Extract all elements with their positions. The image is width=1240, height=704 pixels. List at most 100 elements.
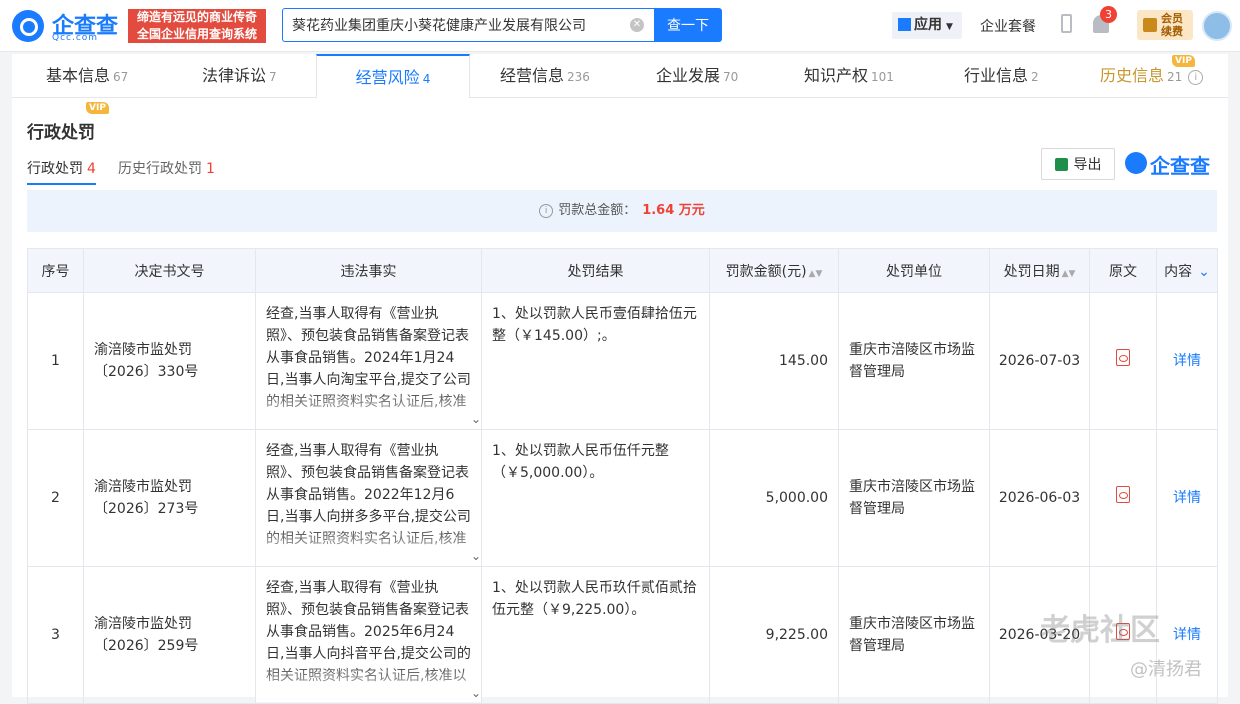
- cell-authority: 重庆市涪陵区市场监督管理局: [838, 292, 990, 430]
- main-tabs: 基本信息 67 法律诉讼 7 经营风险 4 经营信息 236 企业发展 70 知识产权 10…: [12, 54, 1228, 99]
- subtab-admin-penalty[interactable]: 行政处罚 4: [27, 158, 96, 185]
- notification-badge: 3: [1100, 6, 1117, 23]
- member-renew-button[interactable]: 会员续费: [1137, 10, 1193, 40]
- tab-litigation[interactable]: 法律诉讼 7: [202, 54, 277, 98]
- col-header-amount[interactable]: 罚款金额(元) ▲▼: [709, 248, 839, 293]
- tab-count: 236: [567, 70, 590, 84]
- expand-icon[interactable]: ⌄: [471, 408, 481, 428]
- amount-header-label: 罚款金额(元): [725, 263, 807, 280]
- cell-no: 1: [27, 292, 84, 430]
- sort-icon[interactable]: ▲▼: [1062, 269, 1076, 279]
- cell-authority: 重庆市涪陵区市场监督管理局: [838, 429, 990, 567]
- expand-icon[interactable]: ⌄: [471, 545, 481, 565]
- cell-original: [1089, 292, 1157, 430]
- tab-label: 基本信息: [46, 66, 111, 85]
- tab-count: 70: [723, 70, 739, 84]
- info-icon[interactable]: i: [1188, 70, 1204, 85]
- sort-icon[interactable]: ▲▼: [809, 269, 823, 279]
- qcc-logo-icon: [1125, 152, 1147, 174]
- qcc-logo-icon: [12, 10, 44, 42]
- clear-search-icon[interactable]: ✕: [630, 18, 644, 32]
- tab-count: 67: [113, 70, 129, 84]
- detail-link[interactable]: 详情: [1173, 353, 1201, 369]
- top-bar: 企查查 Qcc.com 缔造有远见的商业传奇 全国企业信用查询系统 ✕ 查一下 …: [0, 0, 1240, 52]
- cell-no: 2: [27, 429, 84, 567]
- cell-amount: 9,225.00: [709, 566, 839, 704]
- table-row: 1 渝涪陵市监处罚〔2026〕330号 经查,当事人取得有《营业执照》、预包装食…: [27, 292, 1218, 430]
- cell-fact: 经查,当事人取得有《营业执照》、预包装食品销售备案登记表从事食品销售。2022年…: [255, 429, 482, 567]
- chevron-down-icon[interactable]: ⌄: [1198, 264, 1210, 280]
- qcc-brand-mark: 企查查: [1125, 150, 1217, 178]
- tab-operating-info[interactable]: 经营信息 236: [500, 54, 590, 98]
- pdf-icon[interactable]: [1116, 486, 1130, 503]
- cell-authority: 重庆市涪陵区市场监督管理局: [838, 566, 990, 704]
- tab-label: 知识产权: [804, 66, 869, 85]
- cell-no: 3: [27, 566, 84, 704]
- qcc-brand-text: 企查查: [1150, 154, 1210, 178]
- tab-count: 21: [1167, 70, 1183, 84]
- member-renew-label: 会员续费: [1161, 12, 1183, 38]
- cell-fact: 经查,当事人取得有《营业执照》、预包装食品销售备案登记表从事食品销售。2024年…: [255, 292, 482, 430]
- cell-date: 2026-06-03: [989, 429, 1090, 567]
- user-avatar[interactable]: [1202, 11, 1232, 41]
- table-row: 2 渝涪陵市监处罚〔2026〕273号 经查,当事人取得有《营业执照》、预包装食…: [27, 429, 1218, 567]
- cell-fact: 经查,当事人取得有《营业执照》、预包装食品销售备案登记表从事食品销售。2025年…: [255, 566, 482, 704]
- tab-development[interactable]: 企业发展 70: [656, 54, 738, 98]
- tab-industry-info[interactable]: 行业信息 2: [964, 54, 1039, 98]
- cell-detail: 详情: [1156, 566, 1218, 704]
- col-header-original: 原文: [1089, 248, 1157, 293]
- fact-text: 经查,当事人取得有《营业执照》、预包装食品销售备案登记表从事食品销售。2024年…: [266, 306, 471, 410]
- subtab-history-penalty[interactable]: 历史行政处罚 1: [118, 158, 215, 178]
- table-row: 3 渝涪陵市监处罚〔2026〕259号 经查,当事人取得有《营业执照》、预包装食…: [27, 566, 1218, 704]
- cell-detail: 详情: [1156, 429, 1218, 567]
- tab-operating-risk[interactable]: 经营风险 4: [316, 54, 470, 99]
- qcc-logo[interactable]: 企查查 Qcc.com: [12, 8, 126, 44]
- export-button[interactable]: 导出: [1041, 148, 1115, 180]
- info-icon[interactable]: i: [539, 204, 554, 218]
- col-header-authority: 处罚单位: [838, 248, 990, 293]
- logo-domain: Qcc.com: [52, 33, 99, 43]
- tab-label: 法律诉讼: [202, 66, 267, 85]
- cell-amount: 145.00: [709, 292, 839, 430]
- col-header-date[interactable]: 处罚日期 ▲▼: [989, 248, 1090, 293]
- cell-doc-no: 渝涪陵市监处罚〔2026〕330号: [83, 292, 256, 430]
- tab-basic-info[interactable]: 基本信息 67: [46, 54, 128, 98]
- subtab-count: 4: [87, 161, 96, 177]
- slogan-banner: 缔造有远见的商业传奇 全国企业信用查询系统: [128, 9, 266, 43]
- table-header-row: 序号 决定书文号 违法事实 处罚结果 罚款金额(元) ▲▼ 处罚单位 处罚日期 ▲▼…: [27, 248, 1218, 293]
- tab-intellectual-property[interactable]: 知识产权 101: [804, 54, 894, 98]
- fact-text: 经查,当事人取得有《营业执照》、预包装食品销售备案登记表从事食品销售。2025年…: [266, 580, 471, 684]
- detail-link[interactable]: 详情: [1173, 627, 1201, 643]
- result-text: 1、处以罚款人民币伍仟元整（￥5,000.00）。: [492, 443, 669, 481]
- tab-count: 2: [1031, 70, 1039, 84]
- cell-detail: 详情: [1156, 292, 1218, 430]
- cell-original: [1089, 429, 1157, 567]
- pdf-icon[interactable]: [1116, 349, 1130, 366]
- tab-label: 企业发展: [656, 66, 721, 85]
- enterprise-plans-link[interactable]: 企业套餐: [980, 16, 1036, 36]
- content-header-label: 内容: [1164, 263, 1193, 280]
- result-text: 1、处以罚款人民币玖仟贰佰贰拾伍元整（￥9,225.00）。: [492, 580, 697, 618]
- cell-result: 1、处以罚款人民币伍仟元整（￥5,000.00）。: [481, 429, 710, 567]
- subtab-count: 1: [206, 161, 215, 177]
- mobile-phone-icon[interactable]: [1061, 14, 1072, 33]
- col-header-content: 内容 ⌄: [1156, 248, 1218, 293]
- result-text: 1、处以罚款人民币壹佰肆拾伍元整（￥145.00）;。: [492, 306, 697, 344]
- excel-icon: [1054, 158, 1068, 171]
- tab-count: 7: [269, 70, 277, 84]
- cell-result: 1、处以罚款人民币玖仟贰佰贰拾伍元整（￥9,225.00）。: [481, 566, 710, 704]
- col-header-result: 处罚结果: [481, 248, 710, 293]
- search-button[interactable]: 查一下: [654, 8, 722, 42]
- search-input[interactable]: [283, 9, 623, 41]
- author-watermark: @清扬君: [1130, 659, 1202, 680]
- subtab-label: 历史行政处罚: [118, 161, 202, 177]
- subtab-label: 行政处罚: [27, 161, 83, 177]
- crown-icon: [1143, 18, 1157, 32]
- apps-button[interactable]: 应用 ▼: [892, 12, 962, 39]
- cell-date: 2026-07-03: [989, 292, 1090, 430]
- fact-text: 经查,当事人取得有《营业执照》、预包装食品销售备案登记表从事食品销售。2022年…: [266, 443, 471, 547]
- expand-icon[interactable]: ⌄: [471, 682, 481, 702]
- cell-amount: 5,000.00: [709, 429, 839, 567]
- detail-link[interactable]: 详情: [1173, 490, 1201, 506]
- tab-label: 行业信息: [964, 66, 1029, 85]
